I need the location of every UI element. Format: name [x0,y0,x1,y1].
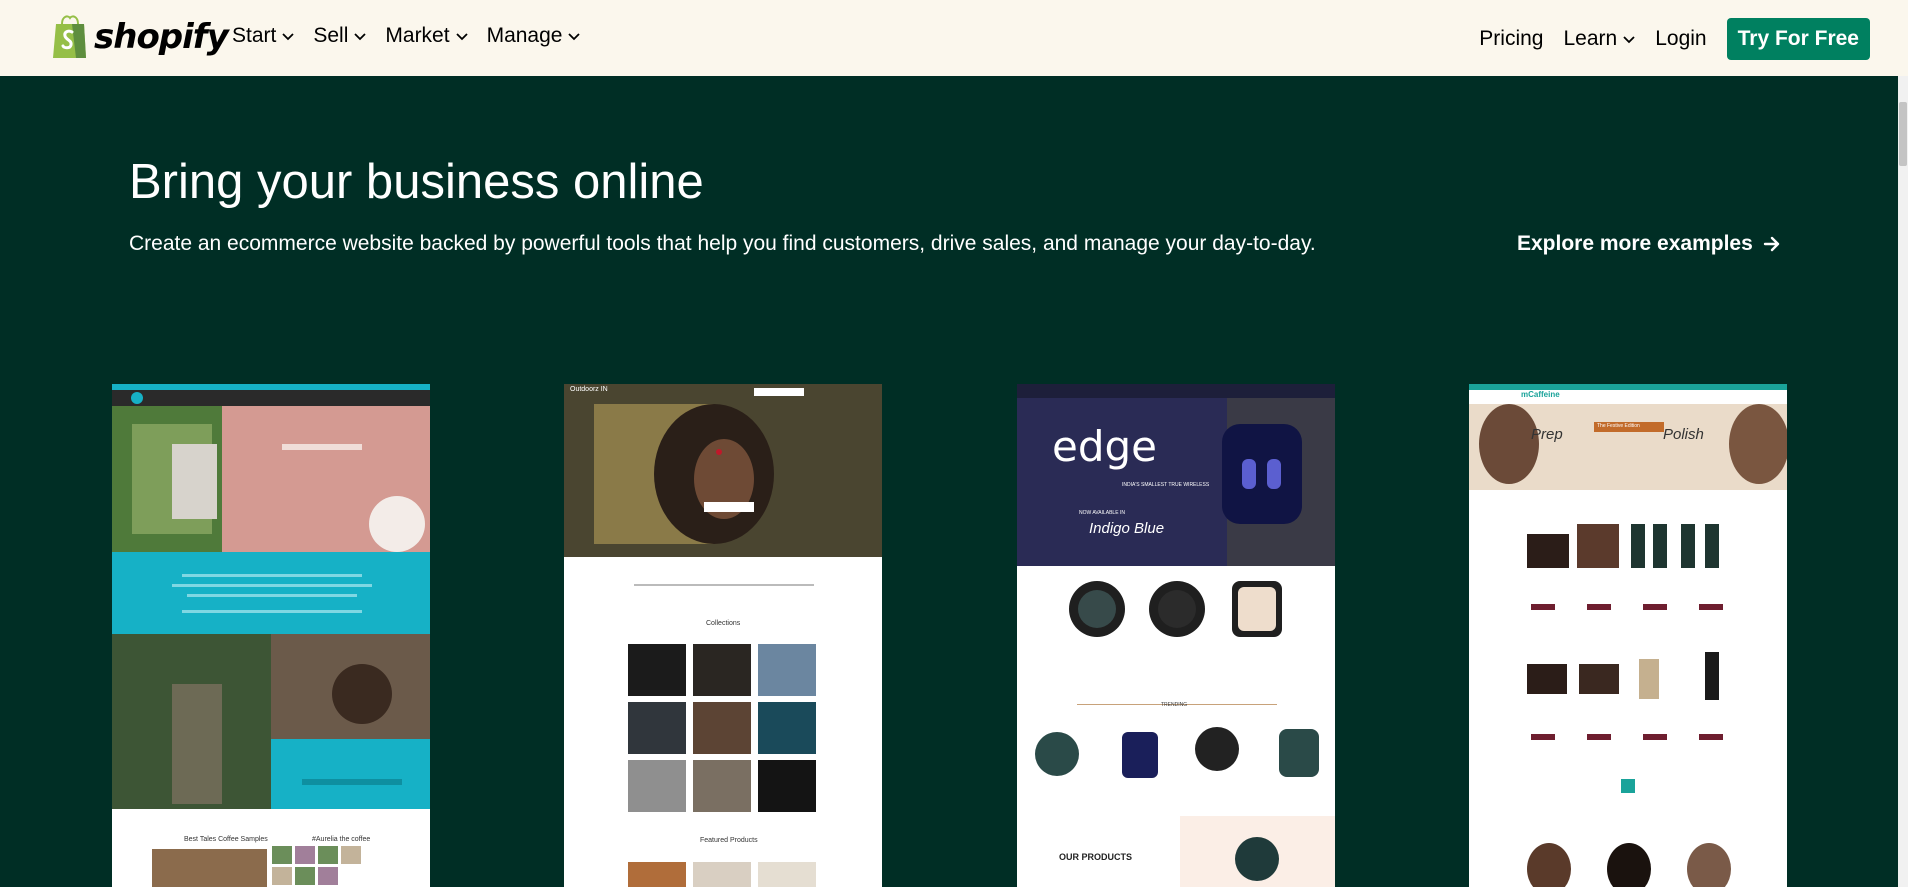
card-section: OUR PRODUCTS [1059,852,1133,862]
card-banner: Prep [1531,426,1563,443]
store-preview-image [112,384,430,887]
card-caption: #Aurelia the coffee [312,836,371,843]
hero-title: Bring your business online [129,155,704,209]
logo-wordmark: shopify [94,17,229,57]
top-navigation: shopify Start Sell Market Manage Pricing… [0,0,1908,76]
chevron-down-icon [568,33,581,41]
shopify-logo[interactable]: shopify [50,14,229,60]
explore-label: Explore more examples [1517,232,1753,255]
hero-subtitle: Create an ecommerce website backed by po… [129,232,1316,255]
card-banner: The Festive Edition [1597,423,1640,429]
card-section: TRENDING [1161,702,1188,708]
pricing-link[interactable]: Pricing [1479,27,1543,51]
main-menu: Start Sell Market Manage [232,24,581,48]
learn-label: Learn [1563,27,1618,50]
card-caption: Featured Products [700,837,758,844]
menu-market[interactable]: Market [385,24,468,48]
scrollbar-thumb[interactable] [1899,102,1907,166]
explore-more-examples-link[interactable]: Explore more examples [1517,232,1781,256]
example-store-mcaffeine[interactable]: mCaffeine Prep Polish The Festive Editio… [1469,384,1787,887]
try-for-free-button[interactable]: Try For Free [1726,18,1870,60]
right-navigation: Pricing Learn Login Try For Free [1479,18,1870,60]
card-brand: edge [1052,422,1157,471]
chevron-down-icon [455,33,468,41]
login-link[interactable]: Login [1655,27,1706,51]
learn-menu[interactable]: Learn [1564,27,1636,51]
menu-sell-label: Sell [313,24,349,47]
example-store-coffee[interactable]: Best Tales Coffee Samples #Aurelia the c… [112,384,430,887]
shopping-bag-icon [53,15,86,58]
menu-manage[interactable]: Manage [487,24,581,48]
menu-market-label: Market [385,24,450,47]
store-preview-image [1469,384,1787,887]
menu-sell[interactable]: Sell [313,24,367,48]
chevron-down-icon [1623,36,1635,44]
arrow-right-icon [1763,236,1779,252]
menu-manage-label: Manage [486,24,563,47]
chevron-down-icon [282,33,294,41]
card-tagline: INDIA'S SMALLEST TRUE WIRELESS [1122,482,1210,488]
card-caption: Best Tales Coffee Samples [184,836,268,843]
example-store-edge[interactable]: edge INDIA'S SMALLEST TRUE WIRELESS NOW … [1017,384,1335,887]
card-tagline: NOW AVAILABLE IN [1079,510,1125,516]
chevron-down-icon [354,33,367,41]
example-store-jewelry[interactable]: Outdoorz IN Collections Featured Product… [564,384,882,887]
page-scrollbar[interactable] [1898,76,1908,887]
card-brand: mCaffeine [1521,390,1560,399]
menu-start-label: Start [232,24,277,47]
store-preview-image [564,384,882,887]
card-brand: Outdoorz IN [570,386,608,393]
card-tagline: Indigo Blue [1089,520,1165,537]
card-caption: Collections [706,620,741,627]
menu-start[interactable]: Start [232,24,294,48]
card-banner: Polish [1663,426,1704,443]
